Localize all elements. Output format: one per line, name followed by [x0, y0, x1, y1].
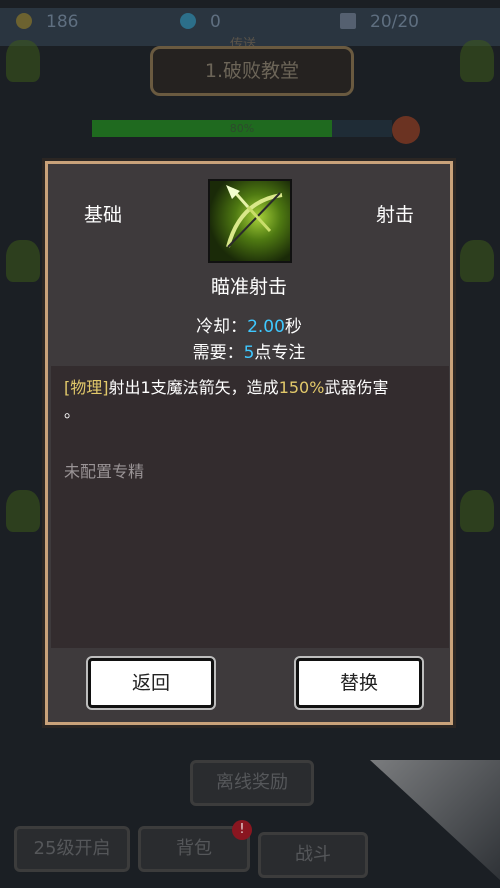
- skill-type-label: 射击: [375, 204, 414, 226]
- gold-counter: 186: [16, 12, 78, 32]
- bag-notification-badge: !: [232, 820, 252, 840]
- skill-detail-dialog: 基础 射击 瞄准射击 冷却：2.00秒 需要：5点专注 [物理]射出1支魔法箭矢…: [45, 161, 453, 725]
- requirement-value: 5: [243, 343, 255, 363]
- dialog-header: 基础 射击 瞄准射击 冷却：2.00秒 需要：5点专注: [48, 164, 450, 366]
- coin-icon: [16, 13, 32, 29]
- damage-type-tag: [物理]: [64, 378, 109, 397]
- gem-counter: 0: [180, 12, 221, 32]
- torch-plant-icon: [460, 240, 494, 282]
- torch-plant-icon: [6, 40, 40, 82]
- energy-counter: 20/20: [340, 12, 419, 32]
- back-button[interactable]: 返回: [88, 658, 214, 708]
- cooldown-stat: 冷却：2.00秒: [196, 317, 302, 337]
- torch-plant-icon: [460, 490, 494, 532]
- skill-name: 瞄准射击: [210, 276, 287, 298]
- dialog-description-panel: [物理]射出1支魔法箭矢，造成150%武器伤害。 未配置专精: [51, 366, 449, 648]
- skill-description: [物理]射出1支魔法箭矢，造成150%武器伤害。: [64, 378, 389, 421]
- stage-progress-bar: 80%: [92, 120, 392, 137]
- bow-arrow-icon: [208, 179, 292, 263]
- progress-text: 80%: [229, 122, 255, 135]
- energy-icon: [340, 13, 356, 29]
- boss-skull-icon[interactable]: [392, 116, 420, 144]
- torch-plant-icon: [460, 40, 494, 82]
- replace-button[interactable]: 替换: [296, 658, 422, 708]
- damage-percent: 150%: [278, 378, 325, 397]
- dialog-footer: 返回 替换: [51, 648, 449, 722]
- specialization-status: 未配置专精: [64, 462, 145, 481]
- gem-icon: [180, 13, 196, 29]
- offline-reward-button[interactable]: 离线奖励: [190, 760, 314, 806]
- torch-plant-icon: [6, 240, 40, 282]
- skill-tier-label: 基础: [84, 204, 123, 226]
- stage-name-button[interactable]: 1.破败教堂: [150, 46, 354, 96]
- battle-button[interactable]: 战斗: [258, 832, 368, 878]
- requirement-stat: 需要：5点专注: [192, 343, 306, 363]
- locked-feature-button[interactable]: 25级开启: [14, 826, 130, 872]
- torch-plant-icon: [6, 490, 40, 532]
- cooldown-value: 2.00: [247, 317, 285, 337]
